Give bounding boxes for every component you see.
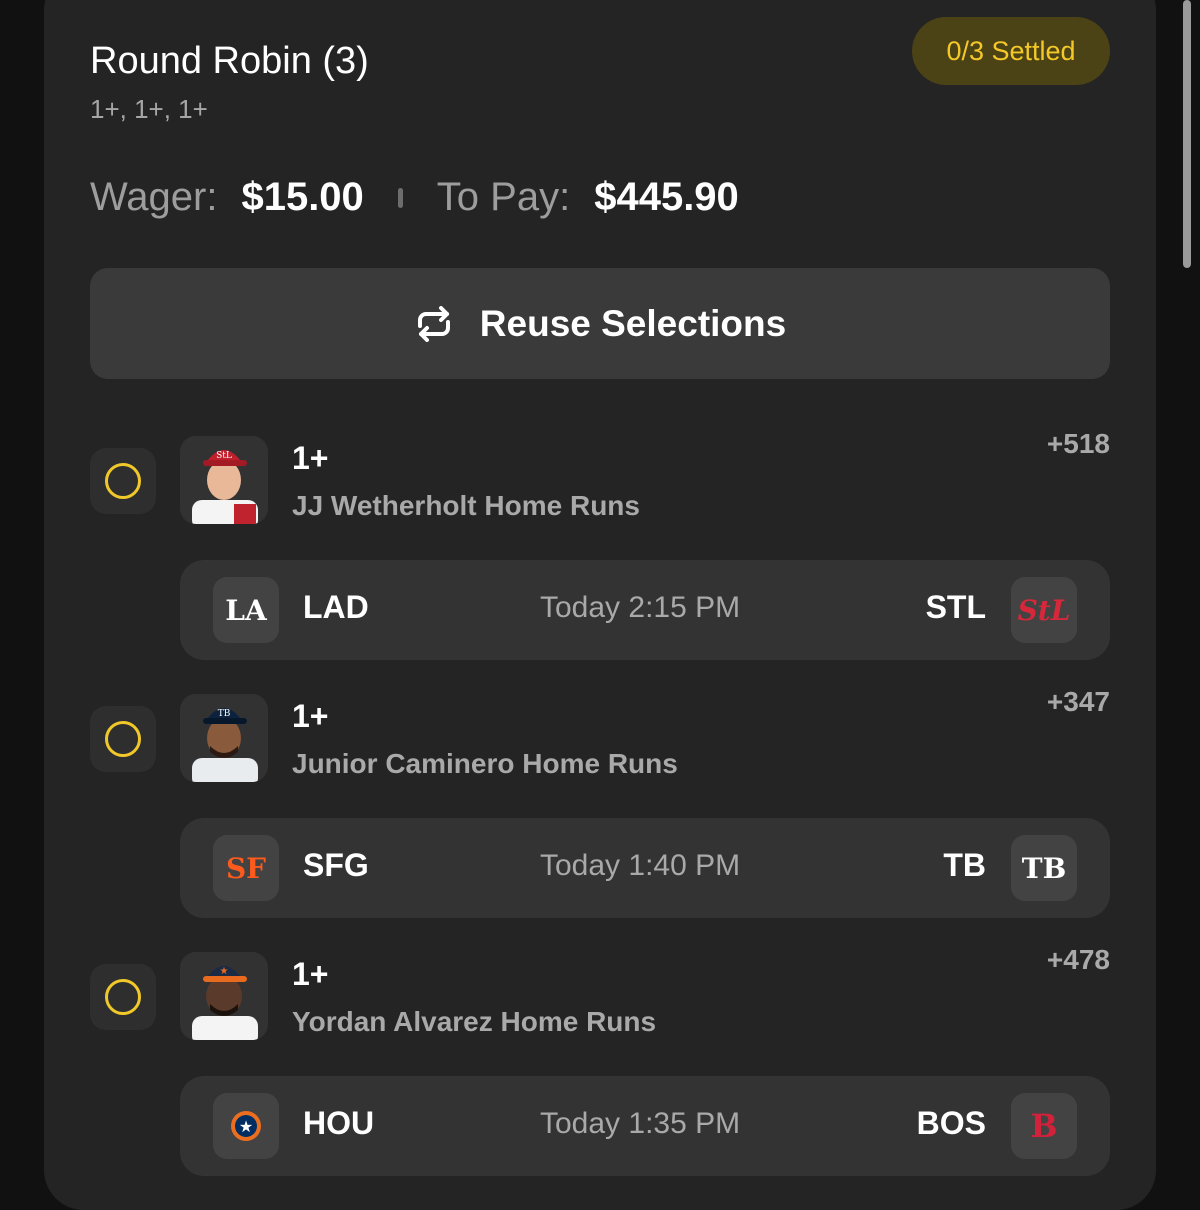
svg-text:★: ★	[220, 966, 229, 977]
reuse-selections-button[interactable]: Reuse Selections	[90, 268, 1110, 379]
leg-market: Junior Caminero Home Runs	[292, 748, 678, 779]
svg-text:TB: TB	[218, 709, 231, 719]
player-avatar: StL	[180, 436, 268, 524]
to-pay-amount: $445.90	[594, 175, 739, 219]
wager-summary: Wager: $15.00 To Pay: $445.90	[90, 175, 739, 220]
player-headshot-icon: ★	[180, 952, 268, 1040]
leg-status-radio[interactable]	[90, 964, 156, 1030]
scrollbar[interactable]	[1183, 0, 1191, 268]
home-team: BOS	[916, 1105, 986, 1141]
leg-market: Yordan Alvarez Home Runs	[292, 1006, 657, 1037]
astros-logo-icon: ★	[213, 1093, 279, 1159]
player-headshot-icon: StL	[180, 436, 268, 524]
game-info[interactable]: LA LAD Today 2:15 PM STL StL	[180, 560, 1110, 660]
home-team: TB	[943, 847, 986, 883]
status-circle-icon	[105, 463, 141, 499]
leg-odds: +478	[1046, 944, 1110, 975]
wager-label: Wager:	[90, 175, 218, 219]
selection-leg: TB 1+ Junior Caminero Home Runs +347 SF …	[0, 686, 1200, 934]
wager-divider	[397, 187, 403, 208]
leg-line: 1+	[292, 698, 329, 734]
repeat-icon	[417, 305, 450, 342]
rays-logo-icon: TB	[1011, 835, 1077, 901]
away-team: LAD	[303, 589, 369, 625]
game-time: Today 1:35 PM	[540, 1107, 741, 1140]
leg-status-radio[interactable]	[90, 448, 156, 514]
player-avatar: ★	[180, 952, 268, 1040]
leg-odds: +518	[1046, 428, 1110, 459]
cardinals-logo-icon: StL	[1011, 577, 1077, 643]
selection-leg: ★ 1+ Yordan Alvarez Home Runs +478 ★ HOU…	[0, 944, 1200, 1192]
player-avatar: TB	[180, 694, 268, 782]
leg-line: 1+	[292, 440, 329, 476]
to-pay-label: To Pay:	[436, 175, 571, 219]
selection-leg: StL 1+ JJ Wetherholt Home Runs +518 LA L…	[0, 428, 1200, 676]
player-headshot-icon: TB	[180, 694, 268, 782]
svg-text:★: ★	[239, 1117, 253, 1136]
astros-star-icon: ★	[231, 1111, 261, 1141]
game-time: Today 2:15 PM	[540, 591, 741, 624]
home-team: STL	[925, 589, 986, 625]
game-info[interactable]: ★ HOU Today 1:35 PM BOS B	[180, 1076, 1110, 1176]
leg-odds: +347	[1046, 686, 1110, 717]
bet-title: Round Robin (3)	[90, 40, 369, 82]
game-time: Today 1:40 PM	[540, 849, 741, 882]
game-info[interactable]: SF SFG Today 1:40 PM TB TB	[180, 818, 1110, 918]
leg-status-radio[interactable]	[90, 706, 156, 772]
status-circle-icon	[105, 721, 141, 757]
bet-subtitle: 1+, 1+, 1+	[90, 94, 208, 124]
giants-logo-icon: SF	[213, 835, 279, 901]
wager-amount: $15.00	[241, 175, 364, 219]
leg-market: JJ Wetherholt Home Runs	[292, 490, 640, 521]
settled-status-badge: 0/3 Settled	[912, 17, 1110, 85]
leg-line: 1+	[292, 956, 329, 992]
dodgers-logo-icon: LA	[213, 577, 279, 643]
away-team: HOU	[303, 1105, 375, 1141]
reuse-selections-label: Reuse Selections	[479, 302, 787, 344]
red-sox-logo-icon: B	[1011, 1093, 1077, 1159]
status-circle-icon	[105, 979, 141, 1015]
away-team: SFG	[303, 847, 369, 883]
svg-text:StL: StL	[216, 451, 232, 461]
